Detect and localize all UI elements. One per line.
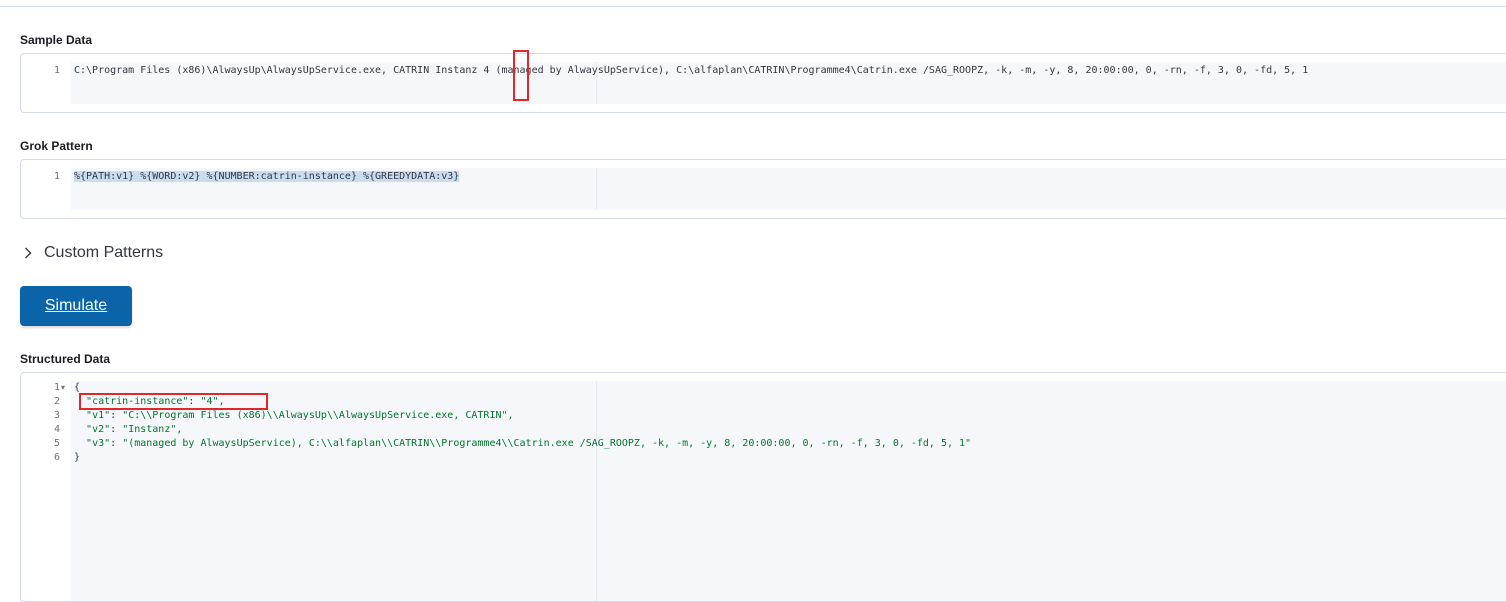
grok-pattern-text: %{PATH:v1} %{WORD:v2} %{NUMBER:catrin-in… — [74, 171, 460, 182]
grok-pattern-gutter: 1 — [30, 168, 71, 210]
sample-data-line: C:\Program Files (x86)\AlwaysUp\AlwaysUp… — [74, 64, 1308, 78]
grok-pattern-content[interactable]: %{PATH:v1} %{WORD:v2} %{NUMBER:catrin-in… — [71, 168, 1506, 210]
line-number: 2 — [53, 396, 60, 407]
line-number: 1 — [53, 65, 60, 76]
json-line: "v1": "C:\\Program Files (x86)\\AlwaysUp… — [86, 410, 514, 421]
highlight-annotation-box — [513, 50, 529, 101]
json-line: "v3": "(managed by AlwaysUpService), C:\… — [86, 438, 972, 449]
json-line: "v2": "Instanz", — [86, 424, 183, 435]
structured-data-gutter: 1 ▾ 2 3 4 5 6 — [30, 381, 71, 601]
sample-data-gutter: 1 — [30, 62, 71, 104]
json-key: "v1" — [86, 410, 111, 421]
grok-pattern-editor[interactable]: 1 %{PATH:v1} %{WORD:v2} %{NUMBER:catrin-… — [20, 159, 1506, 219]
line-number: 1 — [53, 382, 60, 393]
json-value: "Instanz", — [122, 424, 183, 435]
fold-arrow-icon[interactable]: ▾ — [61, 381, 65, 395]
json-brace-open: { — [74, 382, 81, 393]
sample-data-editor[interactable]: 1 C:\Program Files (x86)\AlwaysUp\Always… — [20, 53, 1506, 113]
chevron-right-icon — [20, 245, 36, 261]
sample-text-after: (managed by AlwaysUpService), C:\alfapla… — [489, 65, 1309, 76]
structured-data-content[interactable]: { "catrin-instance": "4", "v1": "C:\\Pro… — [71, 381, 1506, 601]
grok-pattern-line: %{PATH:v1} %{WORD:v2} %{NUMBER:catrin-in… — [74, 170, 460, 184]
json-value: "(managed by AlwaysUpService), C:\\alfap… — [122, 438, 972, 449]
sample-data-content[interactable]: C:\Program Files (x86)\AlwaysUp\AlwaysUp… — [71, 62, 1506, 104]
line-number: 4 — [53, 424, 60, 435]
json-value: "C:\\Program Files (x86)\\AlwaysUp\\Alwa… — [122, 410, 514, 421]
json-line: } — [74, 451, 80, 465]
json-key: "v2" — [86, 424, 111, 435]
custom-patterns-label: Custom Patterns — [44, 244, 164, 261]
sample-text-before: C:\Program Files (x86)\AlwaysUp\AlwaysUp… — [74, 65, 484, 76]
line-number: 1 — [53, 171, 60, 182]
simulate-button[interactable]: Simulate — [20, 286, 132, 326]
structured-data-label: Structured Data — [20, 352, 111, 366]
top-divider — [0, 6, 1506, 7]
json-key: "v3" — [86, 438, 111, 449]
print-margin — [596, 381, 597, 601]
grok-pattern-label: Grok Pattern — [20, 139, 93, 153]
json-brace-close: } — [74, 452, 81, 463]
key-annotation-box — [79, 393, 268, 410]
sample-data-label: Sample Data — [20, 33, 93, 47]
print-margin — [596, 168, 597, 210]
line-number: 5 — [53, 438, 60, 449]
custom-patterns-toggle[interactable]: Custom Patterns — [20, 242, 163, 264]
line-number: 6 — [53, 452, 60, 463]
line-number: 3 — [53, 410, 60, 421]
